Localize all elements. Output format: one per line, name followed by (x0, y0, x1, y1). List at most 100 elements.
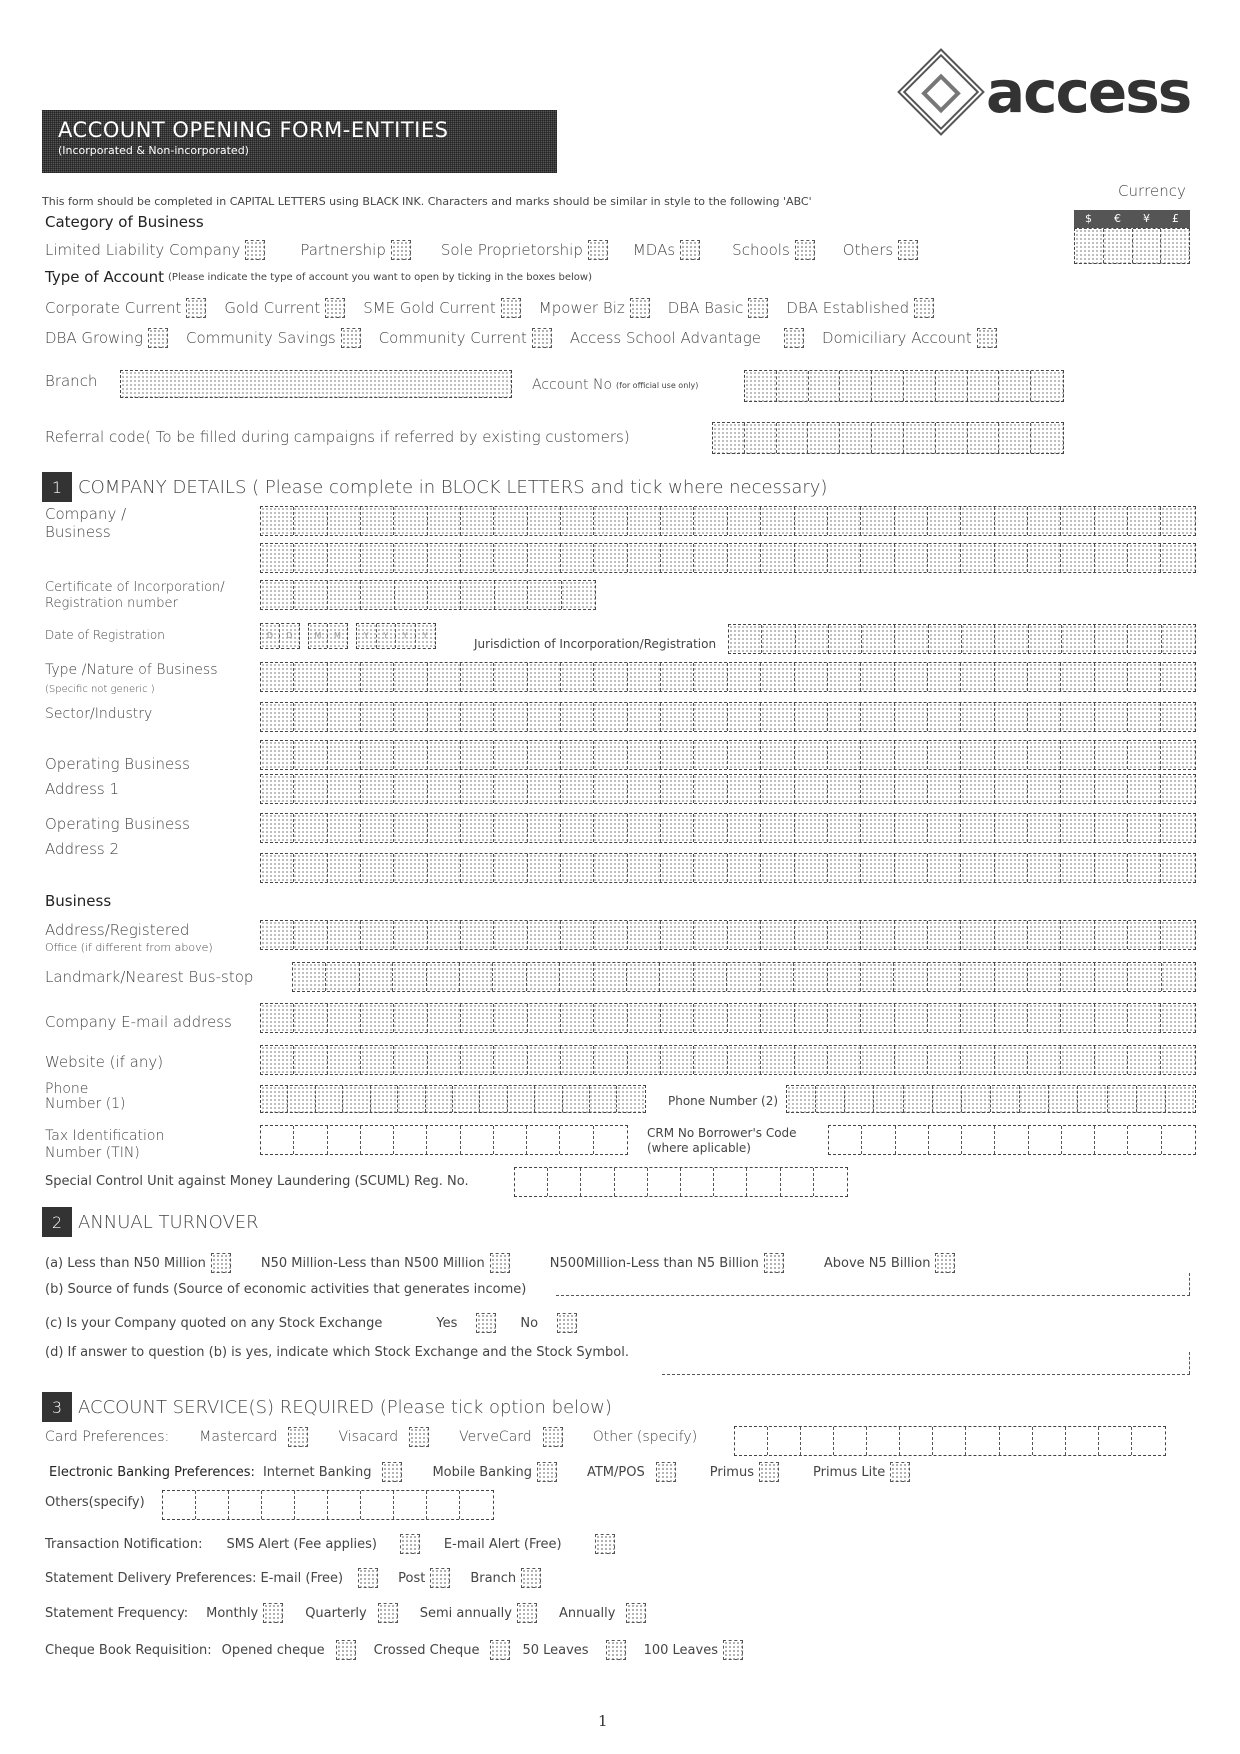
phone-1-field[interactable] (260, 1085, 646, 1113)
char-cell[interactable] (995, 544, 1028, 572)
cert-number-field[interactable] (260, 580, 596, 610)
char-cell[interactable] (528, 507, 562, 535)
char-cell[interactable] (427, 963, 461, 991)
char-cell[interactable] (1128, 1126, 1162, 1154)
date-year[interactable]: YYYY (356, 623, 436, 649)
char-cell[interactable] (661, 921, 695, 949)
char-cell[interactable] (428, 921, 462, 949)
char-cell[interactable] (728, 854, 762, 882)
char-cell[interactable]: D (280, 624, 299, 648)
char-cell[interactable] (426, 1086, 453, 1112)
char-cell[interactable] (560, 963, 594, 991)
char-cell[interactable] (801, 1427, 835, 1455)
char-cell[interactable] (461, 854, 495, 882)
char-cell[interactable] (361, 544, 395, 572)
char-cell[interactable] (328, 703, 362, 731)
char-cell[interactable] (427, 1491, 460, 1519)
char-cell[interactable] (828, 963, 861, 991)
char-cell[interactable] (904, 1086, 933, 1112)
char-cell[interactable] (861, 921, 895, 949)
char-cell[interactable] (895, 544, 928, 572)
op-address-2-line-1[interactable] (260, 813, 1196, 843)
char-cell[interactable] (929, 625, 962, 653)
stmt-freq-quarterly[interactable]: Quarterly (305, 1603, 398, 1623)
char-cell[interactable] (1095, 814, 1128, 842)
char-cell[interactable] (428, 775, 462, 803)
char-cell[interactable] (999, 371, 1032, 401)
char-cell[interactable] (795, 1046, 828, 1074)
char-cell[interactable] (494, 775, 528, 803)
cheque-50-leaves[interactable]: 50 Leaves (522, 1640, 626, 1660)
char-cell[interactable] (1028, 544, 1062, 572)
char-cell[interactable] (1162, 1126, 1195, 1154)
char-cell[interactable] (694, 854, 728, 882)
char-cell[interactable] (394, 507, 428, 535)
char-cell[interactable] (761, 963, 795, 991)
acct-corporate-current[interactable]: Corporate Current (45, 298, 207, 318)
category-schools[interactable]: Schools (732, 240, 815, 260)
char-cell[interactable] (493, 963, 527, 991)
char-cell[interactable] (928, 544, 962, 572)
char-cell[interactable] (395, 581, 428, 609)
char-cell[interactable] (761, 1004, 795, 1032)
char-cell[interactable] (461, 1046, 495, 1074)
char-cell[interactable] (294, 775, 328, 803)
char-cell[interactable] (261, 921, 295, 949)
char-cell[interactable] (929, 1126, 963, 1154)
acct-sme-gold-current[interactable]: SME Gold Current (363, 298, 521, 318)
char-cell[interactable] (528, 854, 562, 882)
char-cell[interactable] (761, 663, 795, 691)
turnover-less-50m[interactable]: (a) Less than N50 Million (45, 1253, 231, 1273)
char-cell[interactable] (1020, 1086, 1050, 1112)
char-cell[interactable] (1049, 1086, 1079, 1112)
char-cell[interactable] (628, 544, 662, 572)
char-cell[interactable] (428, 507, 462, 535)
char-cell[interactable] (628, 663, 662, 691)
char-cell[interactable] (528, 814, 562, 842)
checkbox[interactable] (377, 1603, 398, 1623)
char-cell[interactable] (294, 1004, 328, 1032)
char-cell[interactable] (872, 371, 904, 401)
checkbox[interactable] (335, 1640, 356, 1660)
checkbox[interactable] (542, 1427, 563, 1447)
char-cell[interactable] (294, 663, 328, 691)
card-visacard[interactable]: Visacard (338, 1427, 430, 1447)
checkbox[interactable] (976, 328, 997, 348)
char-cell[interactable] (1128, 1046, 1162, 1074)
checkbox[interactable] (288, 1427, 309, 1447)
char-cell[interactable] (1095, 544, 1128, 572)
char-cell[interactable] (561, 544, 595, 572)
char-cell[interactable] (961, 775, 995, 803)
char-cell[interactable] (933, 1427, 967, 1455)
char-cell[interactable] (1061, 544, 1095, 572)
char-cell[interactable] (781, 1168, 814, 1196)
char-cell[interactable] (795, 814, 828, 842)
acct-dba-basic[interactable]: DBA Basic (668, 298, 769, 318)
char-cell[interactable] (461, 814, 495, 842)
checkbox[interactable] (794, 240, 815, 260)
date-day[interactable]: DD (260, 623, 300, 649)
char-cell[interactable] (460, 1491, 493, 1519)
char-cell[interactable] (928, 1004, 962, 1032)
acct-dba-established[interactable]: DBA Established (786, 298, 935, 318)
char-cell[interactable] (694, 1004, 728, 1032)
checkbox[interactable] (763, 1253, 784, 1273)
char-cell[interactable] (872, 423, 904, 453)
char-cell[interactable] (904, 423, 936, 453)
char-cell[interactable] (1128, 854, 1162, 882)
char-cell[interactable] (561, 854, 595, 882)
turnover-50m-500m[interactable]: N50 Million-Less than N500 Million (261, 1253, 510, 1273)
op-address-2-line-2[interactable] (260, 853, 1196, 883)
char-cell[interactable] (861, 507, 895, 535)
char-cell[interactable] (1061, 1046, 1095, 1074)
char-cell[interactable] (928, 775, 962, 803)
char-cell[interactable] (661, 854, 695, 882)
website-field[interactable] (260, 1045, 1196, 1075)
char-cell[interactable] (394, 854, 428, 882)
char-cell[interactable] (968, 423, 1000, 453)
currency-box-dollar[interactable] (1075, 229, 1104, 263)
char-cell[interactable] (861, 963, 895, 991)
char-cell[interactable] (1061, 1004, 1095, 1032)
char-cell[interactable] (966, 1427, 1000, 1455)
char-cell[interactable] (728, 1004, 762, 1032)
